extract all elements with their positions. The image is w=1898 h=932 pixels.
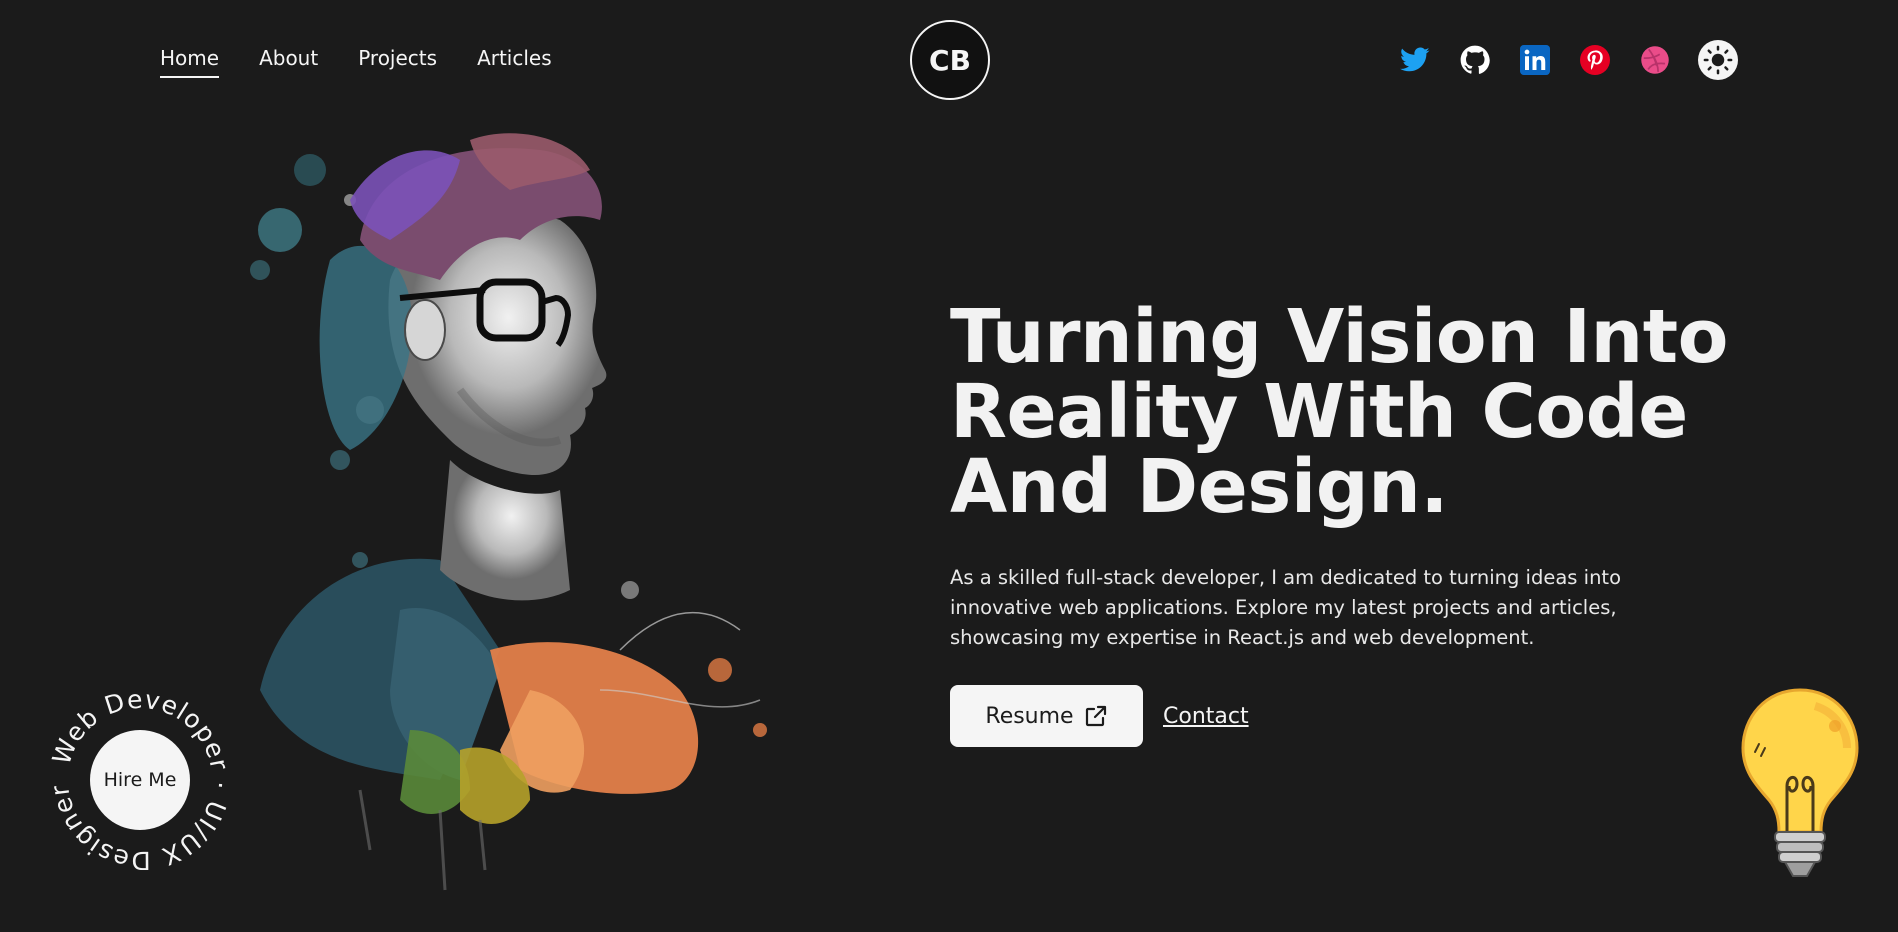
hero-section: Turning Vision Into Reality With Code An… xyxy=(950,300,1730,747)
pinterest-icon[interactable] xyxy=(1578,43,1612,77)
contact-link[interactable]: Contact xyxy=(1163,704,1249,729)
hire-me-button[interactable]: Hire Me xyxy=(90,730,190,830)
hire-me-badge: Web Developer · UI/UX Designer · Hire Me xyxy=(50,690,230,870)
header: Home About Projects Articles CB xyxy=(0,0,1898,120)
social-links xyxy=(1398,40,1738,80)
nav-link-projects[interactable]: Projects xyxy=(358,46,437,78)
nav-link-articles[interactable]: Articles xyxy=(477,46,552,78)
github-icon[interactable] xyxy=(1458,43,1492,77)
hero-headline: Turning Vision Into Reality With Code An… xyxy=(950,294,1728,530)
nav-link-home[interactable]: Home xyxy=(160,46,220,78)
dribbble-icon[interactable] xyxy=(1638,43,1672,77)
resume-label: Resume xyxy=(985,703,1074,729)
theme-toggle-button[interactable] xyxy=(1698,40,1738,80)
linkedin-icon[interactable] xyxy=(1518,43,1552,77)
resume-button[interactable]: Resume xyxy=(950,685,1143,747)
profile-portrait-image xyxy=(250,133,767,891)
twitter-icon[interactable] xyxy=(1398,43,1432,77)
lightbulb-icon xyxy=(1741,688,1859,877)
sun-icon xyxy=(1703,45,1733,75)
logo[interactable]: CB xyxy=(910,20,990,100)
hero-intro: As a skilled full-stack developer, I am … xyxy=(950,566,1622,649)
hero-actions: Resume Contact xyxy=(950,685,1730,747)
external-link-icon xyxy=(1085,705,1106,727)
nav-link-about[interactable]: About xyxy=(259,46,318,78)
main-nav: Home About Projects Articles xyxy=(160,46,552,78)
